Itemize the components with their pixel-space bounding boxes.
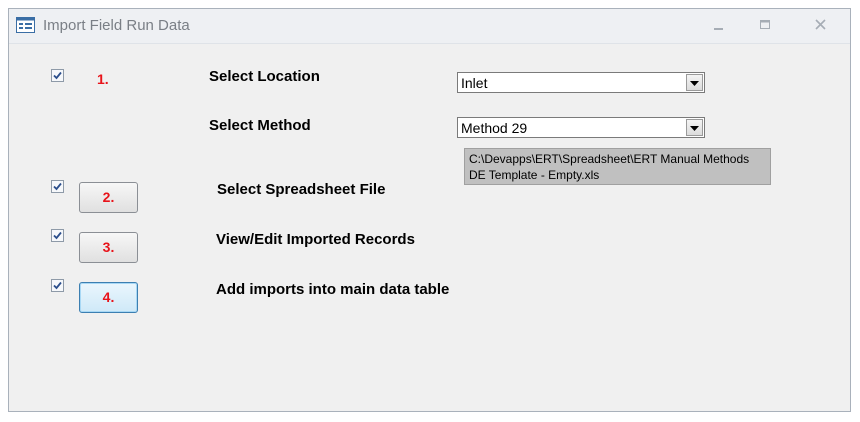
select-method-label: Select Method — [209, 117, 311, 134]
chevron-down-icon[interactable] — [686, 119, 703, 136]
step-4-button[interactable]: 4. — [79, 282, 138, 313]
step-2-checkbox[interactable] — [51, 180, 64, 193]
step-1-label: 1. — [97, 71, 109, 87]
form-body: 1. Select Location Inlet Select Method M… — [9, 43, 850, 411]
step-4-checkbox[interactable] — [51, 279, 64, 292]
add-imports-label: Add imports into main data table — [216, 281, 450, 298]
maximize-icon[interactable] — [750, 15, 780, 35]
step-2-button[interactable]: 2. — [79, 182, 138, 213]
title-bar[interactable]: Import Field Run Data — [9, 9, 850, 43]
form-icon — [16, 17, 35, 33]
location-combobox[interactable]: Inlet — [457, 72, 705, 93]
select-spreadsheet-label: Select Spreadsheet File — [217, 181, 386, 198]
import-field-run-data-window: Import Field Run Data 1. Select Location… — [8, 8, 851, 412]
close-icon[interactable] — [806, 15, 836, 35]
method-combobox[interactable]: Method 29 — [457, 117, 705, 138]
view-edit-records-label: View/Edit Imported Records — [216, 231, 415, 248]
step-3-checkbox[interactable] — [51, 229, 64, 242]
spreadsheet-path-field: C:\Devapps\ERT\Spreadsheet\ERT Manual Me… — [464, 148, 771, 185]
select-location-label: Select Location — [209, 68, 320, 85]
chevron-down-icon[interactable] — [686, 74, 703, 91]
minimize-icon[interactable] — [703, 15, 733, 35]
window-title: Import Field Run Data — [43, 17, 190, 34]
location-value: Inlet — [461, 75, 488, 91]
method-value: Method 29 — [461, 120, 528, 136]
step-3-button[interactable]: 3. — [79, 232, 138, 263]
step-1-checkbox[interactable] — [51, 69, 64, 82]
